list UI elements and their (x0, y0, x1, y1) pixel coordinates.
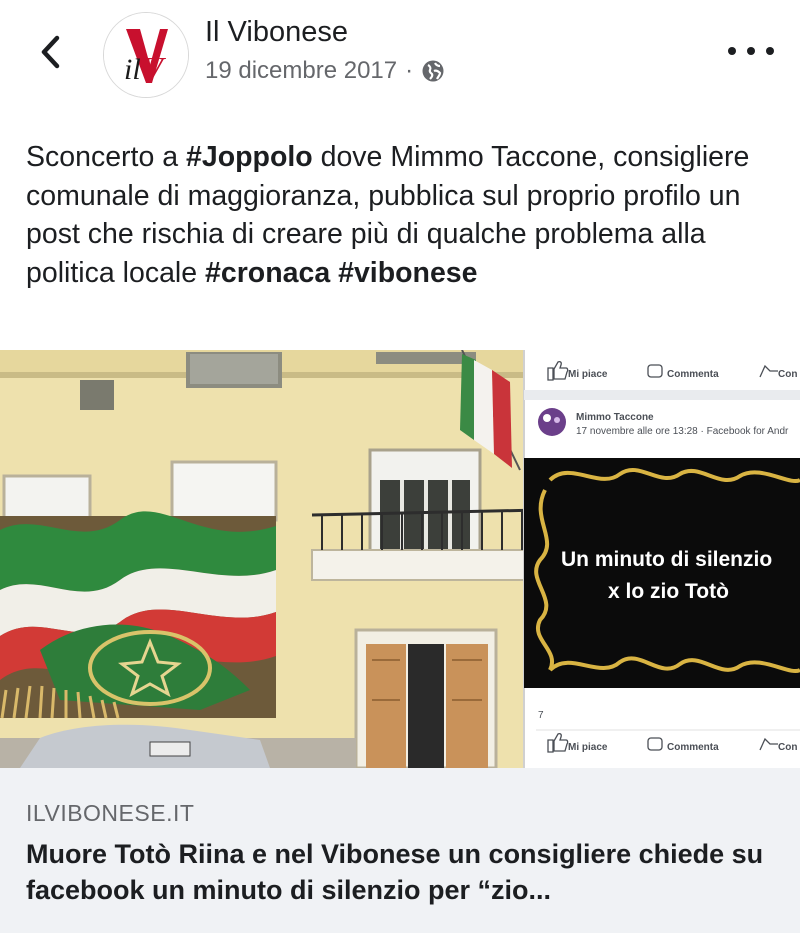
post-date[interactable]: 19 dicembre 2017 (205, 57, 397, 85)
post-meta: 19 dicembre 2017 · (205, 57, 445, 85)
link-preview-card[interactable]: ILVIBONESE.IT Muore Totò Riina e nel Vib… (0, 768, 800, 933)
hashtag-joppolo[interactable]: #Joppolo (186, 141, 313, 173)
more-dot (728, 47, 736, 55)
post-image-collage: Mi piace Commenta Con Mimmo Taccone 17 n… (0, 350, 800, 768)
hashtag-cronaca[interactable]: #cronaca (205, 257, 330, 289)
more-options-button[interactable] (728, 36, 774, 66)
embedded-timestamp: 17 novembre alle ore 13:28 · Facebook fo… (576, 426, 789, 437)
chevron-left-icon (41, 35, 60, 69)
embedded-reaction-count: 7 (538, 710, 544, 721)
back-button[interactable] (30, 30, 70, 74)
hashtag-vibonese[interactable]: #vibonese (338, 257, 477, 289)
meme-text-line2: x lo zio Totò (608, 580, 729, 603)
embedded-bottom-comment: Commenta (667, 742, 719, 753)
page-name[interactable]: Il Vibonese (205, 16, 348, 49)
caption-text: Sconcerto a (26, 141, 187, 173)
embedded-bottom-like: Mi piace (568, 742, 608, 753)
meta-separator: · (405, 57, 414, 84)
globe-icon (422, 60, 444, 82)
caption-text (330, 257, 338, 289)
link-title[interactable]: Muore Totò Riina e nel Vibonese un consi… (26, 836, 786, 908)
page-avatar[interactable]: il V (103, 12, 189, 98)
post-header: il V Il Vibonese 19 dicembre 2017 · (0, 0, 800, 110)
more-dot (747, 47, 755, 55)
il-vibonese-logo: il V (104, 13, 188, 97)
embedded-author: Mimmo Taccone (576, 412, 654, 423)
svg-text:il: il (124, 53, 141, 86)
link-domain: ILVIBONESE.IT (26, 800, 195, 826)
meme-text-line1: Un minuto di silenzio (561, 548, 772, 571)
post-caption: Sconcerto a #Joppolo dove Mimmo Taccone,… (26, 138, 776, 292)
embedded-bottom-share: Con (778, 742, 797, 753)
post-image[interactable]: Mi piace Commenta Con Mimmo Taccone 17 n… (0, 350, 800, 768)
embedded-top-comment: Commenta (667, 369, 719, 380)
embedded-top-like: Mi piace (568, 369, 608, 380)
embedded-top-share: Con (778, 369, 797, 380)
more-dot (766, 47, 774, 55)
